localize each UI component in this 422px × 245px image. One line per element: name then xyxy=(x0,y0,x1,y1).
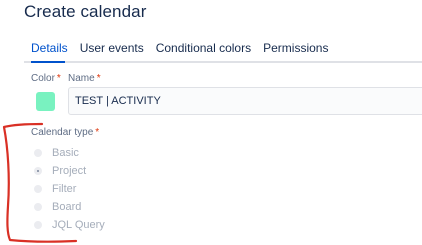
name-label-text: Name xyxy=(68,73,95,84)
radio-option-jql-query[interactable]: JQL Query xyxy=(34,216,105,234)
active-tab-indicator xyxy=(31,61,65,63)
color-label: Color * xyxy=(31,73,61,85)
radio-option-label: Filter xyxy=(52,183,77,195)
tab-bar: Details User events Conditional colors P… xyxy=(31,40,340,62)
color-required-mark: * xyxy=(56,73,61,84)
radio-button-icon[interactable] xyxy=(34,221,42,229)
dialog-title: Create calendar xyxy=(24,2,147,21)
radio-option-filter[interactable]: Filter xyxy=(34,180,105,198)
tab-details[interactable]: Details xyxy=(31,40,68,62)
radio-option-project[interactable]: Project xyxy=(34,162,105,180)
calendar-name-input[interactable] xyxy=(68,87,422,115)
radio-button-icon[interactable] xyxy=(34,185,42,193)
radio-button-icon[interactable] xyxy=(34,149,42,157)
tab-divider xyxy=(24,61,422,63)
radio-option-label: Board xyxy=(52,201,82,213)
radio-option-label: Project xyxy=(52,165,87,177)
radio-button-icon[interactable] xyxy=(34,203,42,211)
radio-option-board[interactable]: Board xyxy=(34,198,105,216)
radio-option-label: Basic xyxy=(52,147,79,159)
radio-option-basic[interactable]: Basic xyxy=(34,144,105,162)
calendar-type-label-text: Calendar type xyxy=(31,127,94,138)
color-picker-swatch[interactable] xyxy=(36,92,55,111)
name-label: Name * xyxy=(68,73,101,85)
radio-option-label: JQL Query xyxy=(52,219,105,231)
tab-user-events[interactable]: User events xyxy=(80,40,144,62)
calendar-type-label: Calendar type * xyxy=(31,127,99,139)
name-required-mark: * xyxy=(96,73,101,84)
calendar-type-required-mark: * xyxy=(95,127,100,138)
tab-conditional-colors[interactable]: Conditional colors xyxy=(156,40,251,62)
calendar-type-radio-group: Basic Project Filter Board JQL Query xyxy=(34,144,105,234)
color-label-text: Color xyxy=(31,73,55,84)
tab-permissions[interactable]: Permissions xyxy=(263,40,328,62)
radio-button-selected-icon[interactable] xyxy=(34,167,42,175)
